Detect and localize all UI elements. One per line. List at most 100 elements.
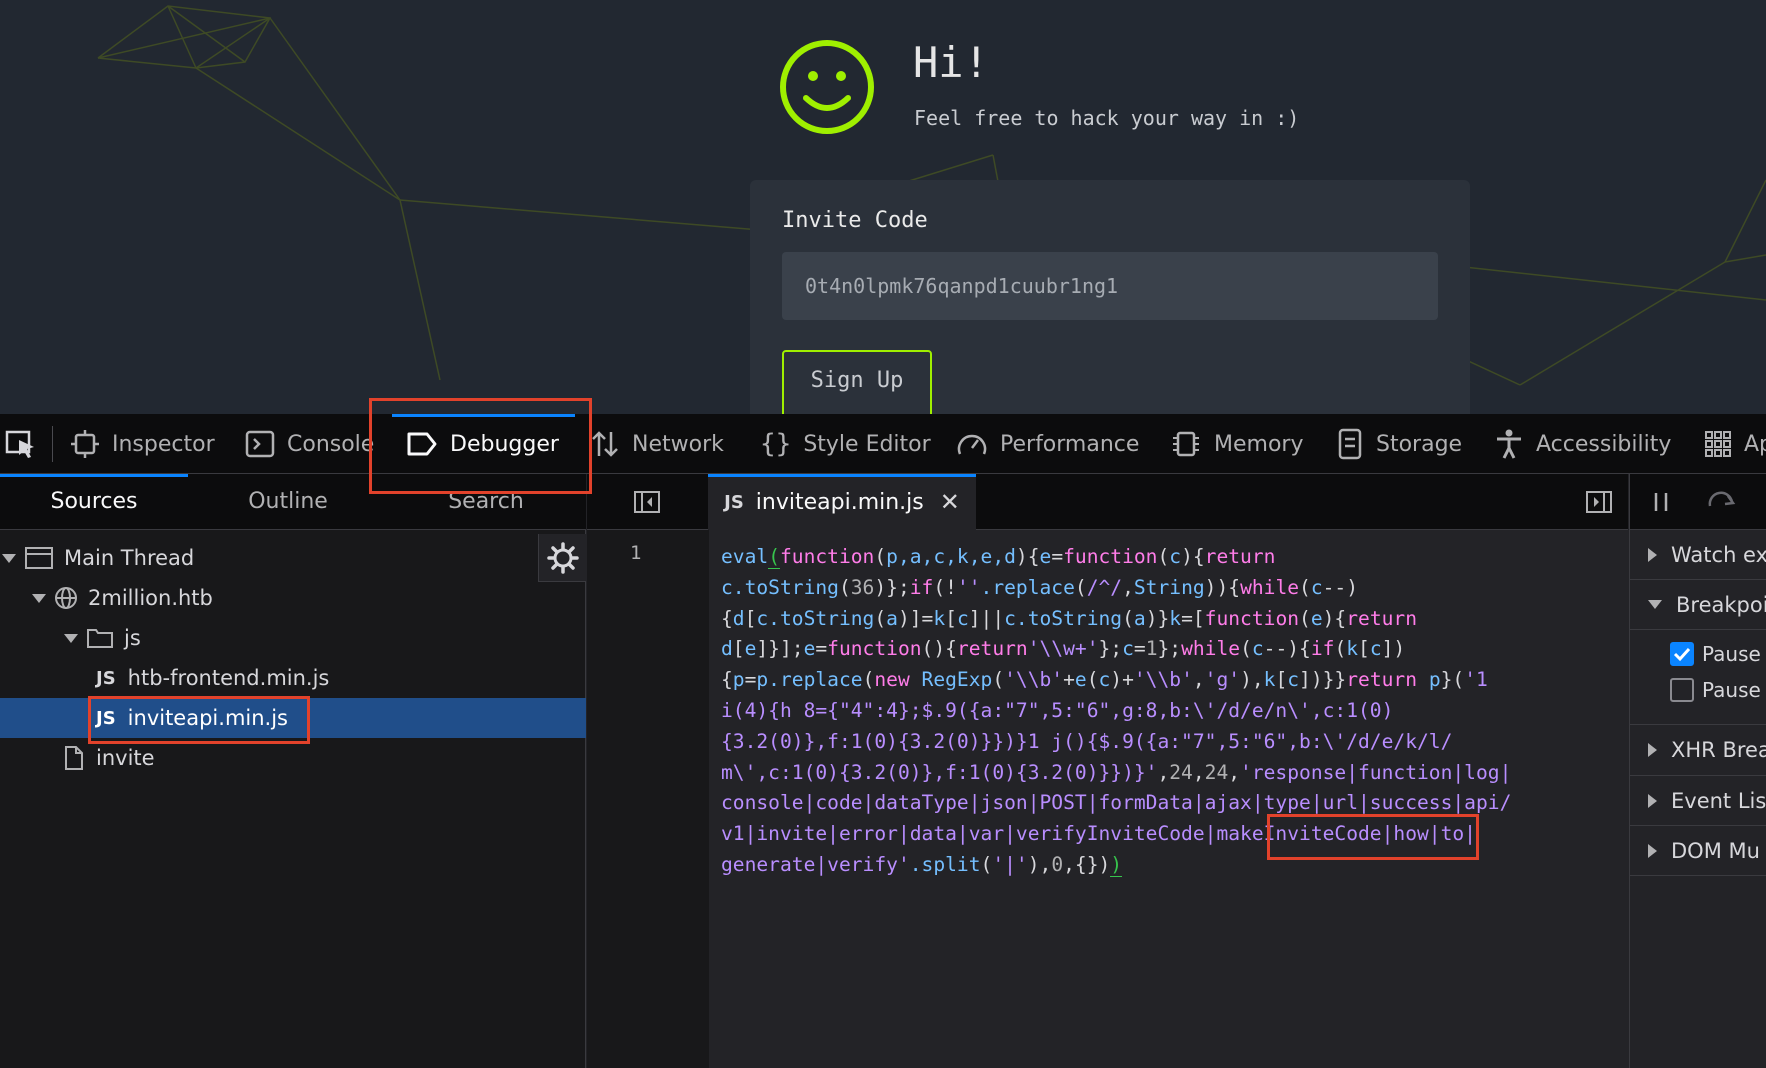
tree-item-file[interactable]: JS htb-frontend.min.js [0,658,586,698]
invite-code-label: Invite Code [782,208,928,233]
tree-item-js-folder[interactable]: js [0,618,586,658]
chevron-down-icon [32,593,46,603]
window-icon [24,546,54,570]
file-tab-label: inviteapi.min.js [755,489,924,515]
debugger-side-pane: Watch ex Breakpoi Pause Pause XHR Brea E… [1629,474,1766,1068]
tree-label: 2million.htb [88,586,213,610]
document-icon [64,745,84,771]
tab-console[interactable]: Console [245,414,374,474]
tree-item-domain[interactable]: 2million.htb [0,578,586,618]
tab-storage[interactable]: Storage [1336,414,1462,474]
editor-tab-bar: JS inviteapi.min.js ✕ [587,474,1628,530]
checkbox-label: Pause [1702,642,1761,666]
globe-icon [54,586,78,610]
apps-grid-icon [1704,430,1732,458]
tree-item-file-selected[interactable]: JS inviteapi.min.js [0,698,586,738]
tab-label: Ap [1744,431,1766,457]
tab-sources[interactable]: Sources [0,474,188,530]
step-over-icon[interactable] [1706,488,1738,514]
tree-item-invite[interactable]: invite [0,738,586,778]
tab-memory[interactable]: Memory [1170,414,1303,474]
xhr-breakpoints-label: XHR Brea [1671,738,1766,762]
tree-label: invite [96,746,155,770]
chevron-right-icon [1648,743,1657,757]
line-number: 1 [630,542,642,564]
chevron-down-icon [64,633,78,643]
sign-up-button[interactable]: Sign Up [782,350,932,414]
devtools-toolbar: Inspector Console Debugger Network {} St… [0,414,1766,474]
tab-label: Storage [1376,431,1463,457]
greeting-subtitle: Feel free to hack your way in :) [914,106,1300,130]
sources-tab-bar: Sources Outline Search [0,474,586,530]
chevron-right-icon [1648,547,1657,562]
tree-label: Main Thread [64,546,195,570]
checkbox-label: Pause [1702,678,1761,702]
web-page: Hi! Feel free to hack your way in :) Inv… [0,0,1766,414]
inspector-icon [70,429,100,459]
console-icon [245,430,275,458]
tab-label: Console [287,431,375,457]
pause-on-caught-checkbox[interactable] [1670,678,1694,702]
debugger-controls [1630,474,1766,530]
tab-label: Performance [1000,431,1140,457]
source-code[interactable]: eval(function(p,a,c,k,e,d){e=function(c)… [721,542,1621,881]
pause-on-exceptions-checkbox[interactable] [1670,642,1694,666]
tab-label: Accessibility [1536,431,1672,457]
line-gutter: 1 [587,530,709,1068]
performance-icon [956,430,988,458]
style-editor-icon: {} [760,429,792,459]
chevron-right-icon [1648,843,1657,858]
watch-expressions-header[interactable]: Watch ex [1630,530,1766,580]
smiley-icon [780,40,874,134]
event-listener-breakpoints-header[interactable]: Event Lis [1630,776,1766,826]
invite-code-input[interactable] [782,252,1438,320]
network-icon [590,429,620,459]
watch-expressions-label: Watch ex [1671,542,1766,567]
tab-application[interactable]: Ap [1704,414,1766,474]
tab-debugger[interactable]: Debugger [392,414,575,474]
tab-accessibility[interactable]: Accessibility [1494,414,1671,474]
element-picker-icon[interactable] [4,428,40,460]
js-file-icon: JS [724,491,744,513]
pause-icon[interactable] [1650,490,1672,514]
folder-icon [86,627,114,649]
tab-outline[interactable]: Outline [194,474,382,530]
chevron-down-icon [2,553,16,563]
pause-on-caught-row[interactable]: Pause [1670,672,1761,708]
toolbar-separator [52,426,53,462]
tab-label: Inspector [112,431,215,457]
tree-label: inviteapi.min.js [127,706,288,730]
dom-mutation-breakpoints-header[interactable]: DOM Mu [1630,826,1766,876]
accessibility-icon [1494,428,1524,460]
dom-mutation-label: DOM Mu [1671,838,1760,863]
storage-icon [1336,428,1364,460]
js-file-icon: JS [96,707,116,729]
tab-inspector[interactable]: Inspector [70,414,215,474]
tab-label: Style Editor [803,431,931,457]
file-tab-inviteapi[interactable]: JS inviteapi.min.js ✕ [708,474,976,530]
breakpoints-header[interactable]: Breakpoi [1630,580,1766,630]
pause-on-exceptions-row[interactable]: Pause [1670,636,1761,672]
toggle-pane-icon[interactable] [1585,490,1613,514]
code-editor: JS inviteapi.min.js ✕ 1 eval(function(p,… [587,474,1628,1068]
toggle-sidebar-icon[interactable] [633,490,661,514]
breakpoints-label: Breakpoi [1676,592,1766,617]
chevron-down-icon [1648,600,1662,609]
xhr-breakpoints-header[interactable]: XHR Brea [1630,724,1766,776]
js-file-icon: JS [96,667,116,689]
tab-search[interactable]: Search [392,474,580,530]
invite-form-card: Invite Code Sign Up [750,180,1470,414]
tab-performance[interactable]: Performance [956,414,1139,474]
tab-style-editor[interactable]: {} Style Editor [760,414,931,474]
sources-panel: Sources Outline Search Main Thread 2mill… [0,474,586,1068]
event-listener-label: Event Lis [1671,788,1766,813]
tab-label: Memory [1214,431,1304,457]
tab-label: Network [632,431,724,457]
close-icon[interactable]: ✕ [940,488,960,516]
devtools-panel: Inspector Console Debugger Network {} St… [0,398,1766,1068]
greeting-title: Hi! [913,38,989,87]
tree-label: js [124,626,141,650]
tree-item-main-thread[interactable]: Main Thread [0,538,586,578]
chevron-right-icon [1648,793,1657,808]
tab-network[interactable]: Network [590,414,724,474]
